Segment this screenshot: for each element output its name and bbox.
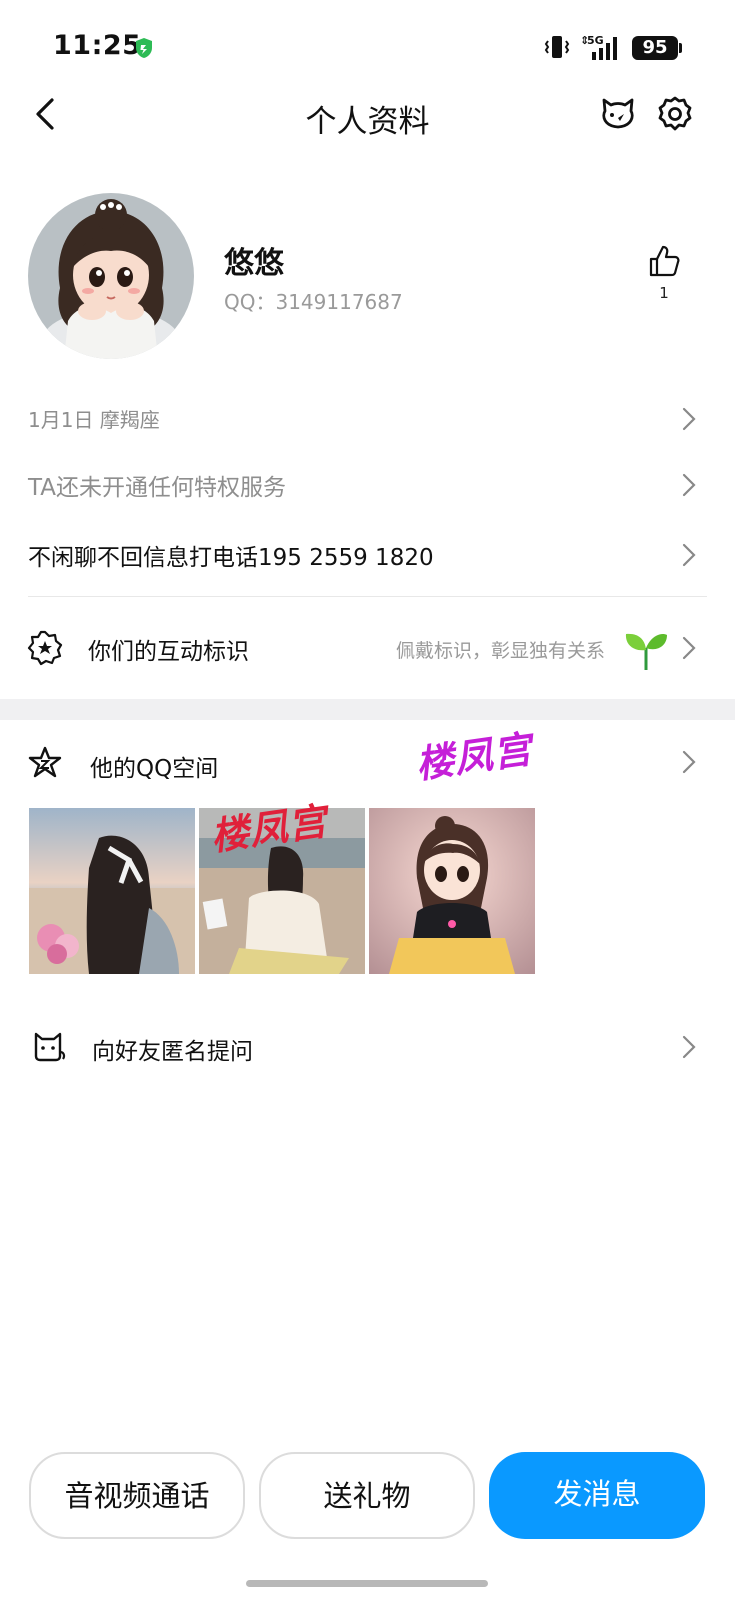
av-call-button[interactable]: 音视频通话 xyxy=(29,1452,245,1539)
gear-icon[interactable] xyxy=(655,94,695,134)
home-indicator[interactable] xyxy=(246,1580,488,1587)
birthday-zodiac-text: 1月1日 摩羯座 xyxy=(28,408,160,432)
signature-text: 不闲聊不回信息打电话195 2559 1820 xyxy=(28,545,434,571)
chevron-right-icon xyxy=(682,407,696,431)
shield-icon xyxy=(136,38,152,58)
status-time: 11:25 xyxy=(53,30,142,61)
interaction-hint: 佩戴标识，彰显独有关系 xyxy=(395,640,605,662)
signal-icon: ⇕ 5G xyxy=(580,34,617,60)
qq-number: QQ：3149117687 xyxy=(224,290,403,314)
qzone-photo[interactable] xyxy=(29,808,195,974)
like-button[interactable]: 1 xyxy=(642,244,686,304)
send-gift-button[interactable]: 送礼物 xyxy=(259,1452,475,1539)
sprout-icon xyxy=(625,633,667,670)
section-divider xyxy=(0,699,735,720)
avatar[interactable] xyxy=(28,193,194,359)
chevron-right-icon xyxy=(682,1035,696,1059)
like-count: 1 xyxy=(659,284,669,302)
thumbs-up-icon xyxy=(649,245,680,277)
anonymous-question-row[interactable]: 向好友匿名提问 xyxy=(0,1026,735,1070)
interaction-badge-row[interactable]: 你们的互动标识 佩戴标识，彰显独有关系 xyxy=(0,620,735,676)
chevron-right-icon xyxy=(682,473,696,497)
qzone-star-icon xyxy=(28,746,62,778)
chevron-right-icon xyxy=(682,636,696,660)
chevron-right-icon xyxy=(682,543,696,567)
badge-star-icon xyxy=(27,630,63,666)
divider xyxy=(28,596,707,597)
profile-page: 11:25 ⇕ 5G 95 个人资料 悠悠 QQ：3149117687 1 1月… xyxy=(0,0,735,1600)
qzone-label: 他的QQ空间 xyxy=(90,756,219,782)
qzone-photo[interactable] xyxy=(369,808,535,974)
battery-indicator: 95 xyxy=(632,36,678,60)
qzone-row[interactable]: 他的QQ空间 xyxy=(0,745,735,785)
network-type: 5G xyxy=(587,34,604,47)
vibrate-icon xyxy=(544,36,570,58)
chevron-right-icon xyxy=(682,750,696,774)
nickname: 悠悠 xyxy=(224,246,284,281)
privilege-row[interactable]: TA还未开通任何特权服务 xyxy=(0,466,735,506)
interaction-label: 你们的互动标识 xyxy=(88,639,249,665)
signature-row[interactable]: 不闲聊不回信息打电话195 2559 1820 xyxy=(0,536,735,576)
status-bar: 11:25 ⇕ 5G 95 xyxy=(0,0,735,92)
pet-icon[interactable] xyxy=(598,94,638,134)
send-message-button[interactable]: 发消息 xyxy=(489,1452,705,1539)
anonymous-question-label: 向好友匿名提问 xyxy=(92,1039,253,1065)
privilege-text: TA还未开通任何特权服务 xyxy=(28,475,286,501)
cat-icon xyxy=(34,1032,66,1062)
birthday-row[interactable]: 1月1日 摩羯座 xyxy=(0,400,735,440)
battery-tip xyxy=(679,43,682,53)
